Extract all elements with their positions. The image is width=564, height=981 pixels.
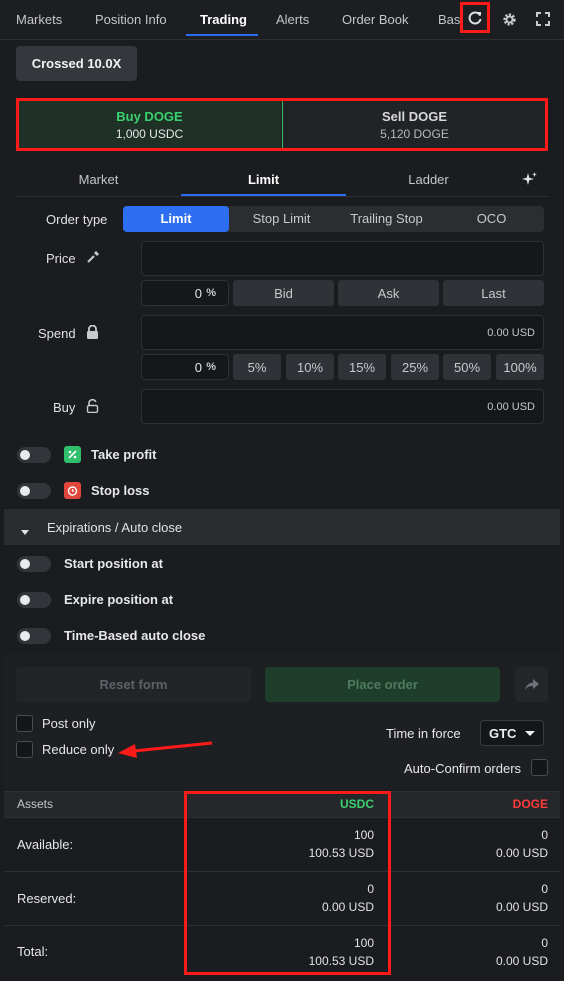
lock-icon[interactable]	[86, 324, 99, 339]
available-doge-usd: 0.00 USD	[495, 846, 548, 860]
caret-down-icon	[21, 524, 29, 535]
reset-form-button[interactable]: Reset form	[16, 667, 251, 702]
stop-loss-toggle[interactable]	[17, 483, 51, 499]
fullscreen-icon[interactable]	[532, 8, 554, 30]
price-ask-button[interactable]: Ask	[338, 280, 439, 306]
tab-alerts[interactable]: Alerts	[276, 0, 309, 40]
total-doge-usd: 0.00 USD	[495, 954, 548, 968]
spend-10-button[interactable]: 10%	[286, 354, 334, 380]
refresh-icon[interactable]	[464, 7, 486, 29]
stop-loss-label: Stop loss	[91, 483, 150, 498]
spend-100-button[interactable]: 100%	[496, 354, 544, 380]
reduce-only-label: Reduce only	[42, 742, 115, 757]
sparkle-icon[interactable]	[522, 171, 538, 187]
take-profit-label: Take profit	[91, 447, 157, 462]
buy-label: Buy	[53, 400, 76, 415]
tab-markets[interactable]: Markets	[16, 0, 62, 40]
spend-50-button[interactable]: 50%	[443, 354, 491, 380]
reserved-doge-usd: 0.00 USD	[495, 900, 548, 914]
eyedropper-icon[interactable]	[86, 250, 100, 264]
spend-label: Spend	[38, 326, 76, 341]
percent-sign: %	[206, 361, 216, 373]
time-in-force-select[interactable]: GTC	[480, 720, 544, 746]
auto-confirm-checkbox[interactable]	[531, 759, 548, 776]
spend-percent-value: 0	[194, 360, 202, 375]
doge-column-header: DOGE	[512, 797, 548, 811]
price-label: Price	[46, 251, 76, 266]
share-button[interactable]	[515, 667, 548, 702]
time-based-close-label: Time-Based auto close	[64, 628, 206, 643]
order-type-oco[interactable]: OCO	[439, 206, 544, 232]
tab-order-book[interactable]: Order Book	[342, 0, 408, 40]
total-label: Total:	[17, 944, 49, 959]
time-in-force-label: Time in force	[386, 726, 461, 741]
reduce-only-checkbox[interactable]	[16, 741, 33, 758]
expirations-title: Expirations / Auto close	[47, 520, 183, 535]
auto-confirm-label: Auto-Confirm orders	[404, 761, 522, 776]
spend-5-button[interactable]: 5%	[233, 354, 281, 380]
usdc-column-highlight	[184, 791, 391, 975]
order-type-stop-limit[interactable]: Stop Limit	[229, 206, 334, 232]
margin-mode-button[interactable]: Crossed 10.0X	[16, 46, 137, 81]
price-percent-input[interactable]: 0 %	[141, 280, 229, 306]
percent-sign: %	[206, 287, 216, 299]
time-in-force-value: GTC	[489, 725, 517, 741]
order-type-trailing-stop[interactable]: Trailing Stop	[334, 206, 439, 232]
price-input[interactable]	[141, 241, 544, 276]
share-icon	[524, 678, 539, 690]
gear-icon[interactable]	[498, 8, 520, 30]
stop-loss-icon	[64, 482, 81, 499]
take-profit-toggle[interactable]	[17, 447, 51, 463]
buy-amount-value: 0.00 USD	[487, 401, 535, 413]
expire-position-toggle[interactable]	[17, 592, 51, 608]
take-profit-icon	[64, 446, 81, 463]
time-based-close-toggle[interactable]	[17, 628, 51, 644]
spend-value: 0.00 USD	[487, 327, 535, 339]
reserved-doge: 0	[541, 882, 548, 896]
spend-15-button[interactable]: 15%	[338, 354, 386, 380]
spend-input[interactable]: 0.00 USD	[141, 315, 544, 350]
place-order-button[interactable]: Place order	[265, 667, 500, 702]
tab-market-order[interactable]: Market	[16, 162, 181, 197]
order-type-label: Order type	[46, 212, 108, 227]
available-doge: 0	[541, 828, 548, 842]
available-label: Available:	[17, 837, 74, 852]
expire-position-label: Expire position at	[64, 592, 174, 607]
tab-limit-order[interactable]: Limit	[181, 162, 346, 197]
order-tab-indicator	[181, 194, 346, 196]
assets-header-label: Assets	[17, 797, 54, 811]
buy-amount-input[interactable]: 0.00 USD	[141, 389, 544, 424]
price-last-button[interactable]: Last	[443, 280, 544, 306]
spend-25-button[interactable]: 25%	[391, 354, 439, 380]
post-only-checkbox[interactable]	[16, 715, 33, 732]
start-position-toggle[interactable]	[17, 556, 51, 572]
unlock-icon[interactable]	[86, 398, 99, 414]
total-doge: 0	[541, 936, 548, 950]
price-bid-button[interactable]: Bid	[233, 280, 334, 306]
tab-position-info[interactable]: Position Info	[95, 0, 167, 40]
post-only-label: Post only	[42, 716, 96, 731]
buy-sell-highlight	[16, 98, 548, 151]
active-tab-indicator	[186, 34, 258, 36]
chevron-down-icon	[525, 731, 535, 736]
order-type-limit[interactable]: Limit	[123, 206, 229, 232]
reserved-label: Reserved:	[17, 891, 77, 906]
tab-ladder-order[interactable]: Ladder	[346, 162, 511, 197]
price-percent-value: 0	[194, 286, 202, 301]
annotation-arrow	[118, 741, 213, 758]
tab-basket[interactable]: Bas	[438, 0, 460, 40]
start-position-label: Start position at	[64, 556, 163, 571]
spend-percent-input[interactable]: 0 %	[141, 354, 229, 380]
